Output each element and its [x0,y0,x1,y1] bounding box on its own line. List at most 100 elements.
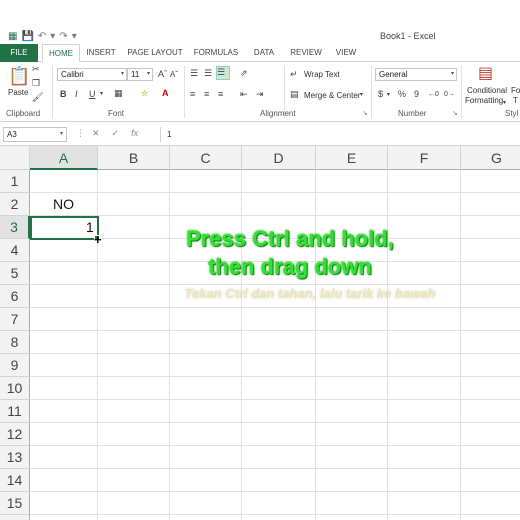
tab-formulas[interactable]: FORMULAS [192,44,240,62]
redo-icon[interactable]: ↷ [59,31,67,42]
cell-a2[interactable]: NO [53,196,74,212]
conditional-formatting-button[interactable]: Conditional [467,86,507,95]
enter-icon[interactable]: ✓ [112,128,120,139]
align-center-icon[interactable]: ≡ [204,89,209,100]
align-bottom-icon[interactable]: ☰ [216,66,230,80]
font-name-value: Calibri [61,70,84,79]
dropdown-icon[interactable]: ▾ [50,31,55,42]
column-header-f[interactable]: F [388,146,461,170]
cell-area[interactable] [30,170,520,520]
underline-button[interactable]: U [89,89,96,100]
fill-color-icon[interactable]: ⛦ [141,88,148,99]
column-header-c[interactable]: C [170,146,242,170]
align-left-icon[interactable]: ≡ [190,89,195,100]
row-header-10[interactable]: 10 [0,377,30,400]
styles-group-label: Styl [505,109,519,118]
save-icon[interactable]: 💾 [21,31,33,42]
window-title: Book1 - Excel [380,31,436,41]
insert-function-icon[interactable]: fx [131,128,138,139]
tab-view[interactable]: VIEW [332,44,360,62]
formula-input[interactable]: 1 [160,127,520,142]
conditional-formatting-icon[interactable]: ▤ [478,65,493,83]
separator [184,66,185,118]
caption-main: Press Ctrl and hold, then drag down [0,225,520,281]
tab-file[interactable]: FILE [0,44,38,62]
font-size-value: 11 [131,70,140,79]
align-middle-icon[interactable]: ☰ [204,68,212,79]
excel-logo-icon: ▦ [8,30,18,42]
borders-icon[interactable]: ▦ [114,88,123,99]
merge-center-button[interactable]: Merge & Center [304,91,360,100]
font-name-select[interactable]: Calibri ▾ [57,68,127,81]
increase-indent-icon[interactable]: ⇥ [256,89,264,100]
currency-button[interactable]: $ [378,89,383,100]
align-right-icon[interactable]: ≡ [218,89,223,100]
row-header-1[interactable]: 1 [0,170,30,193]
number-format-select[interactable]: General ▾ [375,68,457,81]
dialog-launcher-icon[interactable]: ↘ [362,108,368,119]
tab-insert[interactable]: INSERT [86,44,116,62]
gridline [30,399,520,400]
row-header-9[interactable]: 9 [0,354,30,377]
decrease-decimal-icon[interactable]: 0→ [444,89,455,100]
dialog-launcher-icon[interactable]: ↘ [452,108,458,119]
row-header-11[interactable]: 11 [0,400,30,423]
format-as-table-button[interactable]: Fo [511,86,520,95]
decrease-font-icon[interactable]: Aˇ [170,69,178,80]
tab-page-layout[interactable]: PAGE LAYOUT [124,44,186,62]
align-top-icon[interactable]: ☰ [190,68,198,79]
percent-button[interactable]: % [398,89,406,100]
wrap-text-button[interactable]: Wrap Text [304,70,340,79]
paste-button[interactable]: Paste [8,88,28,97]
row-header-14[interactable]: 14 [0,469,30,492]
cut-icon[interactable]: ✂ [32,64,40,75]
chevron-down-icon[interactable]: ▾ [100,89,103,100]
gridline [30,491,520,492]
formula-buttons: ✕ ✓ fx [92,128,138,139]
cancel-icon[interactable]: ✕ [92,128,100,139]
spreadsheet-grid: A B C D E F G 1 2 3 4 5 6 7 8 9 10 11 12… [0,146,520,520]
formula-bar: A3 ▾ ⋮ ✕ ✓ fx 1 [0,122,520,146]
bold-button[interactable]: B [60,89,67,100]
row-header-12[interactable]: 12 [0,423,30,446]
row-header-7[interactable]: 7 [0,308,30,331]
format-painter-icon[interactable]: 🖌 [32,92,43,103]
undo-icon[interactable]: ↶ [38,31,46,42]
italic-button[interactable]: I [75,89,78,100]
font-size-select[interactable]: 11 ▾ [127,68,153,81]
chevron-down-icon[interactable]: ▾ [387,90,390,101]
font-color-icon[interactable]: A [162,88,169,99]
paste-icon[interactable]: 📋 [8,66,30,86]
column-header-g[interactable]: G [461,146,520,170]
increase-font-icon[interactable]: Aˆ [158,69,167,80]
increase-decimal-icon[interactable]: ←0 [428,89,439,100]
column-header-d[interactable]: D [242,146,316,170]
tab-review[interactable]: REVIEW [286,44,326,62]
column-header-b[interactable]: B [98,146,170,170]
separator [461,66,462,118]
merge-icon: ▤ [290,89,299,99]
customize-qat-icon[interactable]: ▾ [72,31,77,42]
gridline [30,192,520,193]
row-header-16[interactable]: 16 [0,515,30,520]
wrap-text-icon: ↵ [290,69,298,79]
chevron-down-icon: ▾ [146,71,150,77]
row-header-2[interactable]: 2 [0,193,30,216]
comma-button[interactable]: 9 [414,89,419,100]
row-header-15[interactable]: 15 [0,492,30,515]
chevron-down-icon: ▾ [59,131,63,137]
tab-home[interactable]: HOME [42,44,80,63]
column-header-e[interactable]: E [316,146,388,170]
column-header-a[interactable]: A [30,146,98,170]
row-header-8[interactable]: 8 [0,331,30,354]
conditional-formatting-label2: Formatting [465,96,504,105]
name-box[interactable]: A3 ▾ [3,127,67,142]
row-header-13[interactable]: 13 [0,446,30,469]
number-format-value: General [379,70,408,79]
orientation-icon[interactable]: ⇗ [240,68,248,79]
chevron-down-icon[interactable]: ▾ [360,90,363,101]
decrease-indent-icon[interactable]: ⇤ [240,89,248,100]
select-all-button[interactable] [0,146,30,170]
tab-data[interactable]: DATA [248,44,280,62]
copy-icon[interactable]: ❐ [32,78,40,89]
